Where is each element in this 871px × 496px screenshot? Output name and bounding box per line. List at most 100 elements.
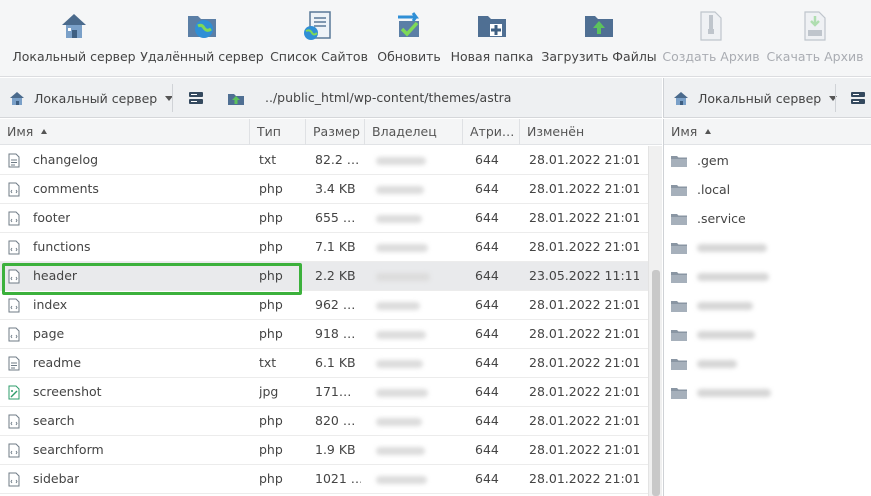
right-file-pane: Имя .gem .local .service (663, 119, 871, 496)
file-type: php (259, 297, 283, 312)
upload-icon (582, 9, 616, 43)
file-type: txt (259, 152, 277, 167)
create-archive-button[interactable]: Создать Архив (662, 0, 760, 77)
column-attributes-label: Атри… (470, 124, 515, 139)
file-row-comments[interactable]: comments php 3.4 KB 644 28.01.2022 21:01… (0, 175, 648, 204)
download-archive-button[interactable]: Скачать Архив (766, 0, 864, 77)
zip-download-icon (798, 9, 832, 43)
column-modified[interactable]: Изменён (520, 119, 662, 145)
right-path-bar: Локальный сервер (663, 78, 871, 118)
file-row-footer[interactable]: footer php 655 … 644 28.01.2022 21:01… (0, 204, 648, 233)
column-attributes[interactable]: Атри… (463, 119, 520, 145)
folder-row-redacted[interactable] (664, 233, 871, 262)
file-size: 918 … (315, 326, 356, 341)
file-type: php (259, 239, 283, 254)
folder-name-redacted (697, 389, 771, 397)
file-size: 2.2 KB (315, 268, 356, 283)
file-name: page (33, 326, 65, 341)
file-name: screenshot (33, 384, 102, 399)
owner-redacted (376, 447, 425, 455)
file-modified: 28.01.2022 21:01… (529, 413, 639, 428)
folder-icon (671, 358, 687, 370)
home-icon (10, 92, 24, 105)
new-folder-button[interactable]: Новая папка (451, 0, 533, 77)
server-icon[interactable] (186, 88, 206, 108)
folder-row[interactable]: .local (664, 175, 871, 204)
file-type: php (259, 210, 283, 225)
owner-redacted (376, 331, 426, 339)
file-name: index (33, 297, 68, 312)
file-name: header (33, 268, 78, 283)
file-row-functions[interactable]: functions php 7.1 KB 644 28.01.2022 21:01… (0, 233, 648, 262)
left-site-select[interactable]: Локальный сервер (9, 78, 174, 118)
file-attributes: 644 (475, 152, 499, 167)
file-size: 1021 … (315, 471, 361, 486)
file-modified: 28.01.2022 21:01… (529, 239, 639, 254)
scrollbar-thumb[interactable] (652, 270, 660, 496)
refresh-icon (392, 9, 426, 43)
file-attributes: 644 (475, 471, 499, 486)
php-file-icon (8, 327, 20, 342)
file-size: 1.9 KB (315, 442, 356, 457)
column-type[interactable]: Тип (250, 119, 306, 145)
download-archive-label: Скачать Архив (766, 49, 864, 64)
file-modified: 28.01.2022 21:01… (529, 210, 639, 225)
folder-row-redacted[interactable] (664, 320, 871, 349)
owner-redacted (376, 157, 426, 165)
file-row-index[interactable]: index php 962 … 644 28.01.2022 21:01… (0, 291, 648, 320)
file-modified: 28.01.2022 21:01… (529, 442, 639, 457)
column-modified-label: Изменён (527, 124, 585, 139)
upload-files-button[interactable]: Загрузить Файлы (541, 0, 657, 77)
chevron-down-icon (829, 95, 838, 101)
file-row-search[interactable]: search php 820 … 644 28.01.2022 21:01… (0, 407, 648, 436)
file-row-readme[interactable]: readme txt 6.1 KB 644 28.01.2022 21:01… (0, 349, 648, 378)
owner-redacted (376, 244, 428, 252)
file-attributes: 644 (475, 239, 499, 254)
file-modified: 28.01.2022 21:01… (529, 384, 639, 399)
file-row-searchform[interactable]: searchform php 1.9 KB 644 28.01.2022 21:01… (0, 436, 648, 465)
folder-icon (671, 242, 687, 254)
refresh-button[interactable]: Обновить (376, 0, 442, 77)
folder-row-redacted[interactable] (664, 349, 871, 378)
folder-row-redacted[interactable] (664, 291, 871, 320)
file-modified: 23.05.2022 11:11… (529, 268, 639, 283)
owner-redacted (376, 360, 423, 368)
owner-redacted (376, 302, 420, 310)
folder-name-redacted (697, 360, 737, 368)
local-server-button[interactable]: Локальный сервер (12, 0, 136, 77)
file-name: sidebar (33, 471, 80, 486)
file-size: 6.1 KB (315, 355, 356, 370)
file-modified: 28.01.2022 21:01… (529, 471, 639, 486)
file-row-page[interactable]: page php 918 … 644 28.01.2022 21:01… (0, 320, 648, 349)
folder-row[interactable]: .service (664, 204, 871, 233)
folder-row-redacted[interactable] (664, 262, 871, 291)
file-size: 171… (315, 384, 352, 399)
file-attributes: 644 (475, 355, 499, 370)
site-list-label: Список Сайтов (270, 49, 368, 64)
column-size-label: Размер (313, 124, 360, 139)
file-row-sidebar[interactable]: sidebar php 1021 … 644 28.01.2022 21:01… (0, 465, 648, 494)
right-column-name[interactable]: Имя (664, 119, 871, 145)
file-size: 82.2 … (315, 152, 360, 167)
right-site-select[interactable]: Локальный сервер (673, 78, 838, 118)
file-row-screenshot[interactable]: screenshot jpg 171… 644 28.01.2022 21:01… (0, 378, 648, 407)
column-owner[interactable]: Владелец (365, 119, 463, 145)
folder-row[interactable]: .gem (664, 146, 871, 175)
upload-folder-icon[interactable] (226, 88, 246, 108)
php-file-icon (8, 472, 20, 487)
folder-row-redacted[interactable] (664, 378, 871, 407)
file-attributes: 644 (475, 384, 499, 399)
remote-server-button[interactable]: Удалённый сервер (140, 0, 264, 77)
file-row-changelog[interactable]: changelog txt 82.2 … 644 28.01.2022 21:01… (0, 146, 648, 175)
php-file-icon (8, 414, 20, 429)
column-size[interactable]: Размер (306, 119, 365, 145)
server-icon[interactable] (848, 88, 868, 108)
file-row-header[interactable]: header php 2.2 KB 644 23.05.2022 11:11… (0, 262, 648, 291)
remote-folder-globe-icon (185, 9, 219, 43)
site-list-button[interactable]: Список Сайтов (270, 0, 368, 77)
owner-redacted (376, 389, 428, 397)
column-name[interactable]: Имя (0, 119, 250, 145)
sort-ascending-icon (41, 129, 48, 134)
current-path[interactable]: ../public_html/wp-content/themes/astra (265, 78, 511, 118)
vertical-scrollbar[interactable] (648, 146, 662, 496)
